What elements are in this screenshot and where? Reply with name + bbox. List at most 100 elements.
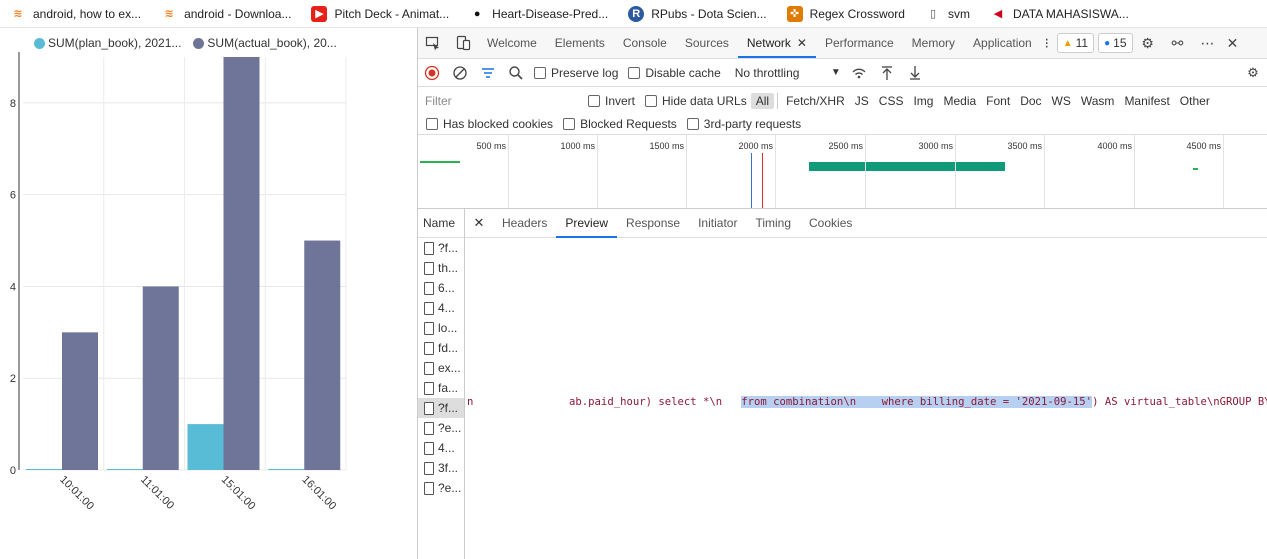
type-filter-img[interactable]: Img	[908, 93, 938, 109]
tab-label: Performance	[824, 36, 894, 50]
detail-tab-response[interactable]: Response	[617, 209, 689, 238]
bar-plan-book[interactable]	[26, 469, 62, 470]
preserve-log-checkbox[interactable]: Preserve log	[534, 66, 618, 80]
bookmark-label: android, how to ex...	[33, 6, 142, 21]
settings-gear-icon[interactable]: ⚙	[1133, 28, 1163, 58]
bookmark-item[interactable]: ≋ android - Downloa...	[161, 6, 291, 22]
bar-actual-book[interactable]	[142, 286, 179, 470]
type-filter-media[interactable]: Media	[938, 93, 981, 109]
bar-actual-book[interactable]	[304, 240, 341, 470]
bookmark-label: svm	[947, 6, 970, 21]
filter-icon[interactable]	[474, 60, 502, 86]
detail-tab-headers[interactable]: Headers	[493, 209, 556, 238]
bar-plan-book[interactable]	[268, 469, 305, 470]
type-filter-js[interactable]: JS	[850, 93, 874, 109]
page-icon: ▯	[929, 8, 937, 20]
tab-sources[interactable]: Sources	[676, 28, 738, 58]
request-name: ?e...	[438, 421, 462, 435]
inspect-element-icon[interactable]	[418, 28, 448, 58]
request-row[interactable]: lo...	[418, 318, 464, 338]
export-har-icon[interactable]	[901, 60, 929, 86]
invert-checkbox[interactable]: Invert	[588, 94, 635, 108]
tab-elements[interactable]: Elements	[546, 28, 614, 58]
request-row[interactable]: fd...	[418, 338, 464, 358]
type-filter-font[interactable]: Font	[981, 93, 1015, 109]
third-party-requests-checkbox[interactable]: 3rd-party requests	[686, 117, 801, 131]
close-devtools-icon[interactable]: ✕	[1223, 28, 1243, 58]
detail-tab-preview[interactable]: Preview	[556, 209, 618, 238]
network-conditions-icon[interactable]	[845, 60, 873, 86]
detail-tab-cookies[interactable]: Cookies	[800, 209, 861, 238]
bar-actual-book[interactable]	[62, 332, 98, 470]
bookmark-item[interactable]: ▶ Pitch Deck - Animat...	[311, 5, 449, 22]
warnings-badge[interactable]: ▲ 11	[1056, 33, 1095, 53]
type-filter-doc[interactable]: Doc	[1015, 93, 1046, 109]
tab-label: Network	[746, 36, 791, 50]
tab-memory[interactable]: Memory	[903, 28, 964, 58]
has-blocked-cookies-checkbox[interactable]: Has blocked cookies	[426, 117, 553, 131]
clear-icon[interactable]	[446, 60, 474, 86]
detail-tab-initiator[interactable]: Initiator	[689, 209, 746, 238]
type-filter-manifest[interactable]: Manifest	[1119, 93, 1174, 109]
filter-divider	[777, 93, 779, 109]
tab-console[interactable]: Console	[614, 28, 676, 58]
name-column-header[interactable]: Name	[418, 209, 464, 238]
request-row[interactable]: ?f...	[418, 238, 464, 258]
messages-badge[interactable]: ● 15	[1098, 33, 1133, 53]
search-icon[interactable]	[502, 60, 530, 86]
bookmark-item[interactable]: ▯ svm	[925, 6, 970, 22]
request-row[interactable]: ?e...	[418, 418, 464, 438]
bar-plan-book[interactable]	[106, 469, 143, 470]
bookmark-item[interactable]: ✜ Regex Crossword	[786, 5, 905, 22]
disable-cache-checkbox[interactable]: Disable cache	[628, 66, 721, 80]
request-row[interactable]: ex...	[418, 358, 464, 378]
import-har-icon[interactable]	[873, 60, 901, 86]
bookmark-item[interactable]: ● Heart-Disease-Pred...	[469, 6, 608, 22]
data-icon: ◀	[993, 8, 1003, 20]
tab-welcome[interactable]: Welcome	[478, 28, 546, 58]
close-tab-icon[interactable]: ✕	[797, 36, 807, 50]
request-row[interactable]: 4...	[418, 438, 464, 458]
legend-item[interactable]: SUM(plan_book), 2021...	[34, 36, 181, 50]
legend-label: SUM(plan_book), 2021...	[48, 36, 182, 50]
network-settings-gear-icon[interactable]: ⚙	[1239, 60, 1267, 86]
request-row[interactable]: ?e...	[418, 478, 464, 498]
type-filter-all[interactable]: All	[750, 93, 775, 109]
more-tabs-icon[interactable]: ⁝	[1041, 28, 1053, 58]
document-icon	[424, 281, 434, 295]
more-options-icon[interactable]: ⋯	[1193, 28, 1223, 58]
code-text-after: ) AS virtual_table\nGROUP BY paid	[1092, 396, 1267, 408]
resource-type-filters: All Fetch/XHR JS CSS Img Media Font Doc WS Wasm Ma…	[750, 93, 1215, 109]
tab-performance[interactable]: Performance	[816, 28, 903, 58]
device-toolbar-icon[interactable]	[448, 28, 478, 58]
devtools-panel: Welcome Elements Console Sources Network ✕ Per…	[418, 28, 1267, 559]
blocked-requests-checkbox[interactable]: Blocked Requests	[563, 117, 677, 131]
network-overview-timeline[interactable]: 500 ms 1000 ms 1500 ms 2000 ms 2500 ms 3000 m…	[418, 135, 1267, 209]
tab-network[interactable]: Network ✕	[737, 28, 816, 58]
request-row[interactable]: 3f...	[418, 458, 464, 478]
customize-icon[interactable]: ⚯	[1163, 28, 1193, 58]
request-row[interactable]: fa...	[418, 378, 464, 398]
bar-actual-book[interactable]	[223, 57, 260, 470]
throttling-select[interactable]: No throttling ▼	[735, 66, 841, 80]
request-row[interactable]: 4...	[418, 298, 464, 318]
type-filter-css[interactable]: CSS	[874, 93, 909, 109]
bar-plan-book[interactable]	[187, 424, 224, 470]
tab-application[interactable]: Application	[964, 28, 1041, 58]
type-filter-other[interactable]: Other	[1175, 93, 1215, 109]
filter-input[interactable]: Filter	[422, 91, 578, 111]
record-icon[interactable]	[418, 60, 446, 86]
bookmark-item[interactable]: ≋ android, how to ex...	[10, 6, 141, 22]
detail-tab-timing[interactable]: Timing	[746, 209, 800, 238]
close-detail-icon[interactable]: ✕	[465, 215, 493, 231]
request-row[interactable]: 6...	[418, 278, 464, 298]
bookmark-item[interactable]: ◀ DATA MAHASISWA...	[990, 6, 1129, 22]
bookmark-item[interactable]: R RPubs - Dota Scien...	[628, 5, 767, 22]
request-row[interactable]: ?f...	[418, 398, 464, 418]
type-filter-wasm[interactable]: Wasm	[1076, 93, 1120, 109]
type-filter-ws[interactable]: WS	[1047, 93, 1076, 109]
legend-item[interactable]: SUM(actual_book), 20...	[193, 36, 337, 50]
hide-data-urls-checkbox[interactable]: Hide data URLs	[645, 94, 747, 108]
request-row[interactable]: th...	[418, 258, 464, 278]
type-filter-fetchxhr[interactable]: Fetch/XHR	[781, 93, 850, 109]
